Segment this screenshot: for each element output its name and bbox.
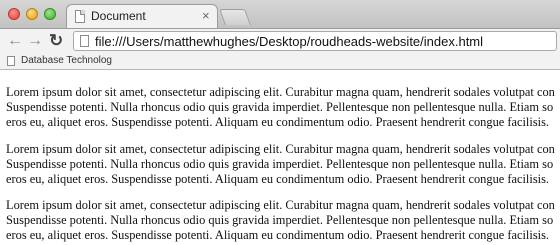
window-close-button[interactable] (8, 8, 20, 20)
window-title-bar: Document × (0, 0, 560, 28)
reload-icon[interactable]: ↻ (49, 32, 63, 50)
body-paragraph: Lorem ipsum dolor sit amet, consectetur … (6, 142, 560, 187)
paragraph-line: eros eu, aliquet eros. Suspendisse poten… (6, 172, 550, 186)
paragraph-line: Suspendisse potenti. Nulla rhoncus odio … (6, 100, 554, 114)
paragraph-line: eros eu, aliquet eros. Suspendisse poten… (6, 115, 550, 129)
paragraph-line: Suspendisse potenti. Nulla rhoncus odio … (6, 213, 554, 227)
paragraph-line: Lorem ipsum dolor sit amet, consectetur … (6, 85, 555, 99)
paragraph-line: eros eu, aliquet eros. Suspendisse poten… (6, 228, 550, 242)
address-bar-url[interactable]: file:///Users/matthewhughes/Desktop/roud… (95, 33, 483, 50)
paragraph-line: Lorem ipsum dolor sit amet, consectetur … (6, 142, 555, 156)
tab-title: Document (91, 9, 146, 23)
body-paragraph: Lorem ipsum dolor sit amet, consectetur … (6, 85, 560, 130)
window-zoom-button[interactable] (44, 8, 56, 20)
page-icon (75, 10, 85, 23)
paragraph-line: Suspendisse potenti. Nulla rhoncus odio … (6, 157, 554, 171)
browser-toolbar: ← → ↻ file:///Users/matthewhughes/Deskto… (0, 28, 560, 53)
page-viewport: Lorem ipsum dolor sit amet, consectetur … (0, 70, 560, 245)
new-tab-button[interactable] (219, 9, 251, 25)
forward-arrow-icon[interactable]: → (27, 32, 43, 50)
bookmark-page-icon (7, 56, 15, 66)
tab-close-icon[interactable]: × (202, 8, 210, 24)
bookmarks-bar: Database Technolog (0, 53, 560, 70)
browser-tab[interactable]: Document × (66, 4, 218, 28)
window-minimize-button[interactable] (26, 8, 38, 20)
bookmark-item-database-technolog[interactable]: Database Technolog (21, 55, 112, 66)
body-paragraph: Lorem ipsum dolor sit amet, consectetur … (6, 198, 560, 243)
paragraph-line: Lorem ipsum dolor sit amet, consectetur … (6, 198, 555, 212)
back-arrow-icon[interactable]: ← (7, 32, 23, 50)
address-bar[interactable]: file:///Users/matthewhughes/Desktop/roud… (73, 31, 557, 51)
page-icon (80, 35, 89, 47)
